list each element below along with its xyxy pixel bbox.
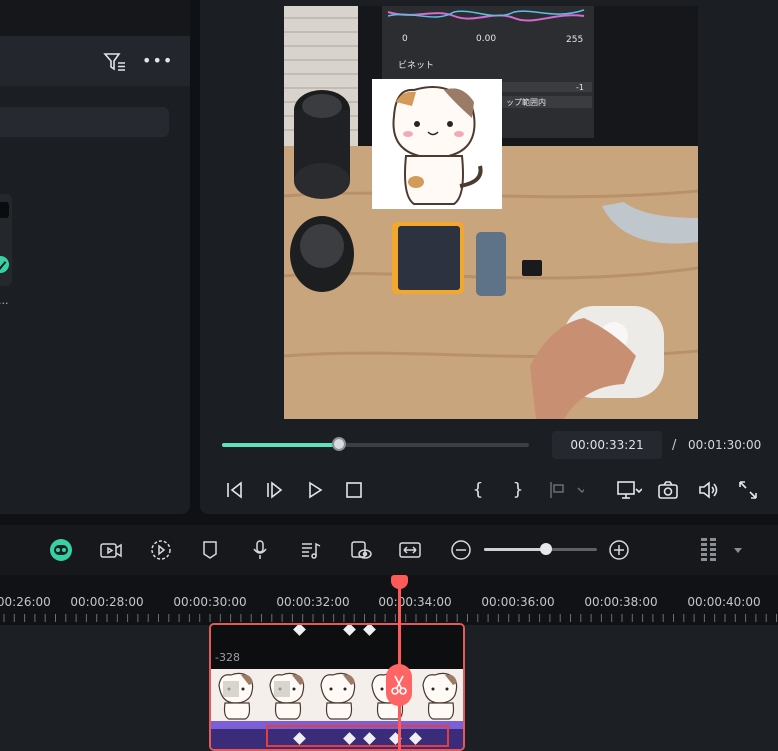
microphone-icon[interactable] (248, 538, 272, 562)
preview-render-icon[interactable] (349, 538, 373, 562)
filter-icon[interactable] (103, 51, 127, 73)
media-search-bar[interactable] (0, 107, 169, 137)
overlay-vignette-label: ビネット (398, 60, 434, 71)
more-options-icon[interactable]: ••• (142, 52, 172, 72)
speed-ramp-icon[interactable] (149, 538, 173, 562)
ruler-label: 00:00:28:00 (70, 595, 144, 609)
playback-progress-knob[interactable] (331, 437, 346, 451)
play-icon[interactable] (304, 479, 326, 501)
clip-keyframe-graph (211, 625, 463, 669)
fullscreen-icon[interactable] (737, 479, 759, 501)
playback-progress-bar[interactable] (222, 437, 529, 451)
media-panel-header (0, 0, 190, 36)
add-video-effect-icon[interactable] (99, 538, 123, 562)
overlay-range-label: ップ範囲内 (506, 97, 546, 107)
clip-thumbnails (211, 669, 463, 721)
total-duration: 00:01:30:00 (688, 438, 762, 452)
volume-icon[interactable] (697, 479, 719, 501)
mark-in-icon[interactable]: { (467, 479, 489, 501)
stop-icon[interactable] (343, 479, 365, 501)
ruler-label: 00:00:38:00 (584, 595, 658, 609)
ruler-label: 00:00:32:00 (276, 595, 350, 609)
overlay-value-mid: 0.00 (476, 34, 496, 44)
ruler-label: 00:00:30:00 (173, 595, 247, 609)
mark-out-icon[interactable]: } (507, 479, 529, 501)
overlay-value-255: 255 (566, 35, 583, 45)
clip-keyframe-value: -328 (215, 651, 240, 664)
zoom-out-icon[interactable] (449, 538, 473, 562)
media-item-badge (0, 202, 9, 218)
zoom-in-icon[interactable] (607, 538, 631, 562)
ruler-label: 0:00:26:00 (0, 595, 51, 609)
snapshot-camera-icon[interactable] (657, 479, 679, 501)
chevron-down-icon[interactable] (732, 538, 744, 562)
ruler-ticks (3, 614, 777, 622)
timeline-zoom-slider[interactable] (484, 543, 597, 555)
media-item-name: ... (0, 294, 9, 307)
current-timecode[interactable]: 00:00:33:21 (552, 431, 662, 459)
marker-icon[interactable] (198, 538, 222, 562)
insert-clip-icon[interactable] (548, 479, 584, 501)
keyframe-highlight-box (266, 725, 449, 747)
playback-progress-fill (222, 443, 339, 447)
ruler-label: 00:00:36:00 (481, 595, 555, 609)
zoom-slider-fill (484, 548, 547, 551)
video-preview: 0 0.00 255 ビネット -1 ップ範囲内 (284, 6, 698, 419)
next-frame-icon[interactable] (264, 479, 286, 501)
fit-timeline-icon[interactable] (398, 538, 422, 562)
timecode-separator: / (672, 438, 677, 453)
ruler-label: 00:00:34:00 (378, 595, 452, 609)
previous-frame-icon[interactable] (224, 479, 246, 501)
track-height-icon[interactable] (697, 538, 721, 562)
audio-music-icon[interactable] (299, 538, 323, 562)
scissors-icon[interactable] (386, 664, 412, 706)
overlay-vignette-value: -1 (576, 83, 584, 92)
display-monitor-icon[interactable] (616, 479, 642, 501)
ai-assistant-icon[interactable] (49, 538, 73, 562)
media-panel: ... (0, 0, 190, 514)
ruler-label: 00:00:40:00 (687, 595, 761, 609)
overlay-value-0: 0 (402, 34, 408, 44)
